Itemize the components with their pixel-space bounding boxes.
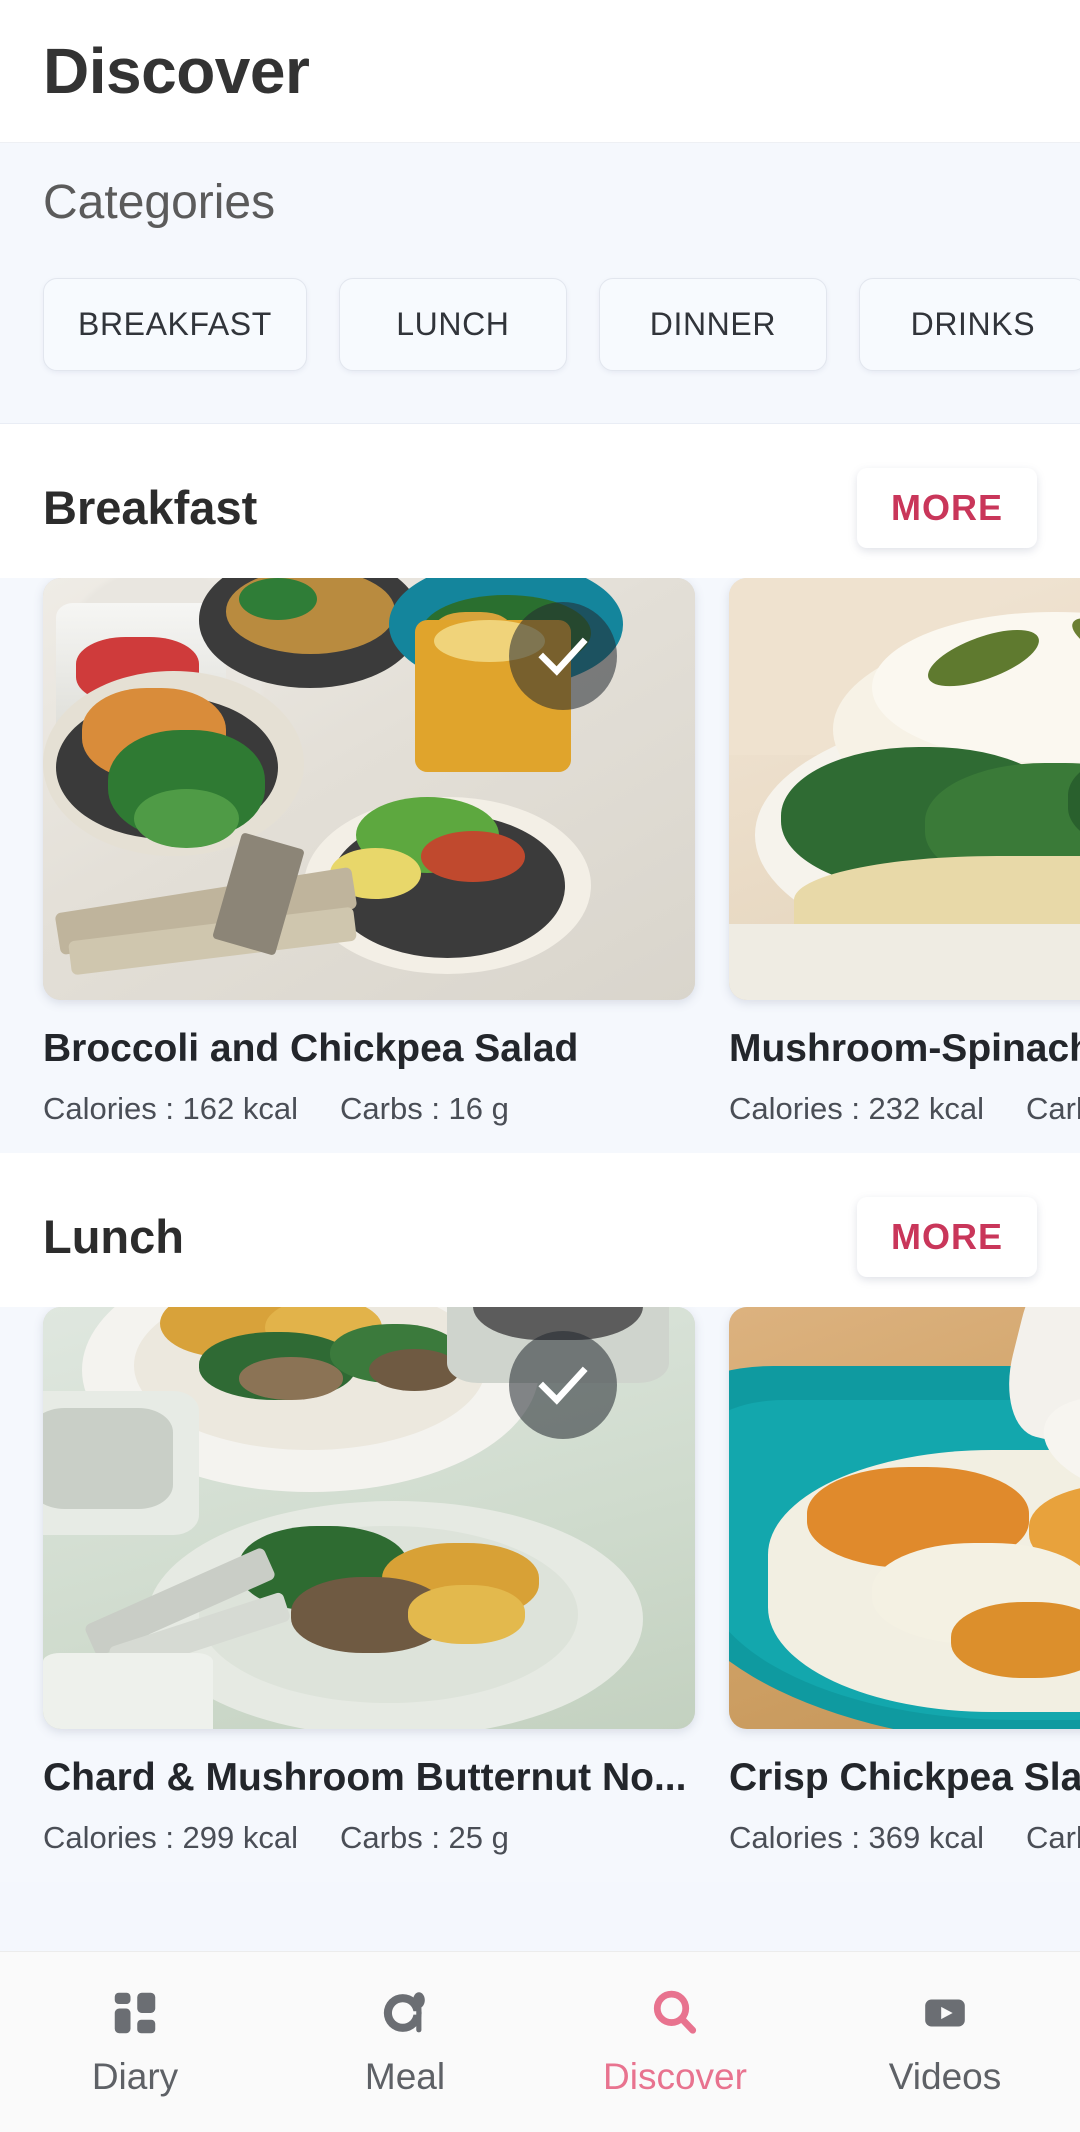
- recipe-card[interactable]: Mushroom-Spinach Omelet Calories : 232 k…: [729, 577, 1080, 1127]
- category-chip-label: LUNCH: [396, 305, 510, 342]
- recipe-meta: Calories : 299 kcal Carbs : 25 g: [43, 1820, 695, 1856]
- recipe-image: [729, 577, 1080, 1000]
- section-breakfast: Breakfast MORE Broccoli and Chickpea Sal…: [0, 423, 1080, 1153]
- search-icon: [647, 1982, 703, 2044]
- check-icon: [538, 637, 588, 676]
- recipe-name: Crisp Chickpea Slaw: [729, 1756, 1080, 1799]
- recipe-photo-art: [729, 1306, 1080, 1729]
- nav-item-discover[interactable]: Discover: [540, 1982, 810, 2095]
- recipe-card[interactable]: Crisp Chickpea Slaw Calories : 369 kcal …: [729, 1306, 1080, 1856]
- recipe-carbs: Carbs : 25 g: [340, 1819, 509, 1855]
- recipe-carbs: Carbs : 12 g: [1026, 1090, 1080, 1126]
- bottom-navigation-bar: Diary Meal Discover Videos: [0, 1951, 1080, 2132]
- recipe-image: [43, 1306, 695, 1729]
- more-button-lunch[interactable]: MORE: [857, 1196, 1037, 1277]
- nav-item-meal[interactable]: Meal: [270, 1982, 540, 2095]
- nav-item-videos[interactable]: Videos: [810, 1982, 1080, 2095]
- category-chip-label: BREAKFAST: [78, 305, 272, 342]
- recipe-carbs: Carbs : 16 g: [340, 1090, 509, 1126]
- recipe-card[interactable]: Broccoli and Chickpea Salad Calories : 1…: [43, 577, 695, 1127]
- category-chip-dinner[interactable]: DINNER: [598, 277, 827, 371]
- section-header: Breakfast MORE: [0, 423, 1080, 578]
- recipe-image: [43, 577, 695, 1000]
- nav-label: Diary: [91, 2056, 179, 2097]
- categories-section: Categories BREAKFAST LUNCH DINNER DRINKS: [0, 143, 1080, 424]
- recipe-meta: Calories : 232 kcal Carbs : 12 g: [729, 1091, 1080, 1127]
- recipe-calories: Calories : 369 kcal: [729, 1819, 985, 1855]
- recipe-carousel-lunch[interactable]: Chard & Mushroom Butternut No... Calorie…: [0, 1306, 1080, 1856]
- nav-label: Discover: [603, 2056, 747, 2097]
- section-header: Lunch MORE: [0, 1152, 1080, 1307]
- nav-item-diary[interactable]: Diary: [0, 1982, 270, 2095]
- discover-screen: Discover Categories BREAKFAST LUNCH DINN…: [0, 0, 1080, 2132]
- category-chip-lunch[interactable]: LUNCH: [338, 277, 567, 371]
- recipe-carousel-breakfast[interactable]: Broccoli and Chickpea Salad Calories : 1…: [0, 577, 1080, 1127]
- category-chip-scroller[interactable]: BREAKFAST LUNCH DINNER DRINKS: [0, 230, 1080, 379]
- play-video-icon: [918, 1982, 972, 2044]
- recipe-name: Chard & Mushroom Butternut No...: [43, 1756, 687, 1799]
- recipe-photo-art: [729, 577, 1080, 1000]
- category-chip-breakfast[interactable]: BREAKFAST: [43, 277, 307, 371]
- check-icon: [538, 1366, 588, 1405]
- recipe-meta: Calories : 369 kcal Carbs : 30 g: [729, 1820, 1080, 1856]
- recipe-calories: Calories : 299 kcal: [43, 1819, 299, 1855]
- recipe-meta: Calories : 162 kcal Carbs : 16 g: [43, 1091, 695, 1127]
- recipe-carbs: Carbs : 30 g: [1026, 1819, 1080, 1855]
- nav-label: Meal: [364, 2056, 446, 2097]
- dashboard-icon: [108, 1982, 162, 2044]
- recipe-calories: Calories : 232 kcal: [729, 1090, 985, 1126]
- category-chip-label: DRINKS: [910, 305, 1036, 342]
- recipe-calories: Calories : 162 kcal: [43, 1090, 299, 1126]
- page-title: Discover: [43, 35, 310, 107]
- recipe-name: Mushroom-Spinach Omelet: [729, 1027, 1080, 1070]
- section-title: Breakfast: [43, 481, 258, 535]
- section-lunch: Lunch MORE Chard & Mushroom Butternut No…: [0, 1152, 1080, 1882]
- saved-check-badge[interactable]: [509, 601, 617, 710]
- categories-heading: Categories: [43, 176, 276, 229]
- recipe-name: Broccoli and Chickpea Salad: [43, 1027, 579, 1070]
- more-button-breakfast[interactable]: MORE: [857, 467, 1037, 548]
- category-chip-drinks[interactable]: DRINKS: [858, 277, 1080, 371]
- app-bar: Discover: [0, 0, 1080, 143]
- recipe-card[interactable]: Chard & Mushroom Butternut No... Calorie…: [43, 1306, 695, 1856]
- section-title: Lunch: [43, 1210, 184, 1264]
- saved-check-badge[interactable]: [509, 1330, 617, 1439]
- nav-label: Videos: [888, 2056, 1002, 2097]
- category-chip-label: DINNER: [649, 305, 777, 342]
- plate-spoon-icon: [378, 1982, 432, 2044]
- recipe-image: [729, 1306, 1080, 1729]
